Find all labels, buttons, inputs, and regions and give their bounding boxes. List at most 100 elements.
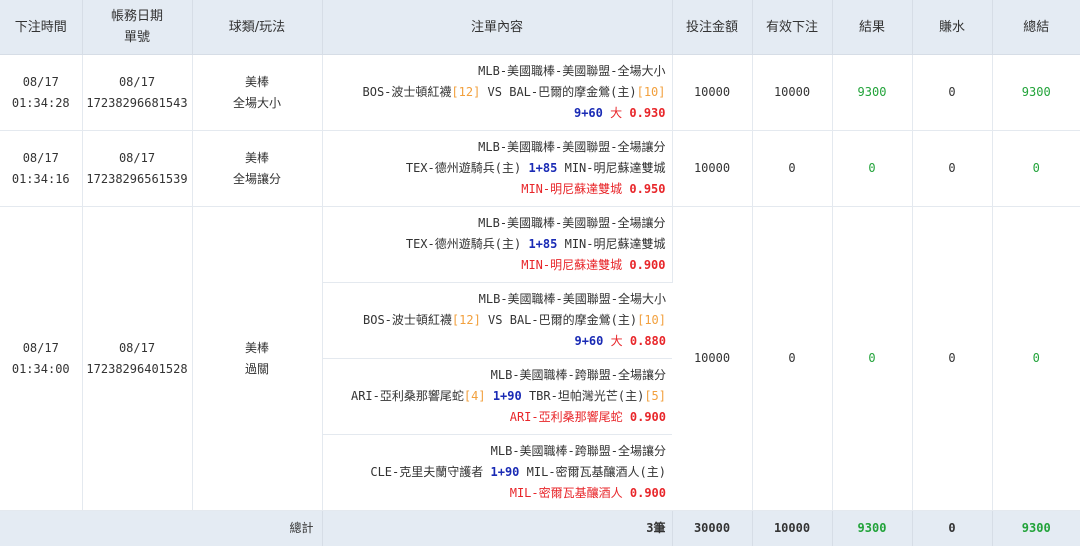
league-line: MLB-美國職棒-跨聯盟-全場讓分 (490, 368, 666, 382)
header-game-type: 球類/玩法 (192, 0, 323, 55)
away-team: BAL-巴爾的摩金鶯(主) (509, 85, 637, 99)
away-rank: [5] (644, 389, 666, 403)
handicap-value: 1+85 (528, 161, 558, 175)
home-team: CLE-克里夫蘭守護者 (370, 465, 484, 479)
bet-history-table: 下注時間 帳務日期 單號 球類/玩法 注單內容 投注金額 有效下注 結果 賺水 … (0, 0, 1080, 546)
versus-label: VS (488, 313, 503, 327)
home-team: BOS-波士頓紅襪 (362, 85, 452, 99)
bet-date: 08/17 (22, 340, 59, 355)
bet-detail-cell: MLB-美國職棒-跨聯盟-全場讓分 ARI-亞利桑那響尾蛇[4] 1+90 TBR… (322, 358, 672, 435)
versus-label: VS (487, 85, 502, 99)
account-date-cell: 08/17 17238296681543 (82, 54, 193, 131)
bet-time-cell: 08/17 01:34:28 (0, 54, 83, 131)
bet-detail-cell: MLB-美國職棒-美國聯盟-全場大小 BOS-波士頓紅襪[12] VS BAL-巴… (322, 54, 673, 131)
away-team: MIL-密爾瓦基釀酒人(主) (526, 465, 666, 479)
away-team: MIN-明尼蘇達雙城 (564, 237, 666, 251)
league-line: MLB-美國職棒-美國聯盟-全場讓分 (478, 216, 666, 230)
header-account-date-label: 帳務日期 (110, 9, 163, 24)
commission-cell: 0 (912, 206, 993, 511)
league-line: MLB-美國職棒-美國聯盟-全場讓分 (478, 140, 666, 154)
pick-selection: 大 (610, 334, 623, 348)
league-line: MLB-美國職棒-美國聯盟-全場大小 (478, 292, 666, 306)
pick-selection: ARI-亞利桑那響尾蛇 (509, 410, 623, 424)
away-rank: [10] (636, 85, 666, 99)
play-type: 過關 (244, 361, 269, 376)
teams-line: CLE-克里夫蘭守護者 1+90 MIL-密爾瓦基釀酒人(主) (323, 462, 666, 483)
away-team: MIN-明尼蘇達雙城 (564, 161, 666, 175)
header-order-no-label: 單號 (123, 30, 150, 45)
home-team: ARI-亞利桑那響尾蛇 (350, 389, 464, 403)
valid-bet-cell: 0 (752, 206, 833, 511)
teams-line: BOS-波士頓紅襪[12] VS BAL-巴爾的摩金鶯(主)[10] (323, 310, 666, 331)
home-team: TEX-德州遊騎兵(主) (405, 237, 522, 251)
table-row: 08/17 01:34:28 08/17 17238296681543 美棒 全場大小 ML… (0, 54, 1080, 131)
amount-cell: 10000 (672, 54, 753, 131)
bet-detail-cell: MLB-美國職棒-跨聯盟-全場讓分 CLE-克里夫蘭守護者 1+90 MIL-密爾… (322, 434, 672, 511)
pick-line: 9+60 大 0.880 (323, 331, 666, 352)
handicap-value: 1+90 (490, 465, 520, 479)
odds-value: 0.950 (629, 182, 666, 196)
play-type: 全場大小 (232, 95, 281, 110)
table-row: 08/17 01:34:16 08/17 17238296561539 美棒 全場讓分 ML… (0, 130, 1080, 207)
pick-line: MIL-密爾瓦基釀酒人 0.900 (323, 483, 666, 504)
header-result: 結果 (832, 0, 913, 55)
header-amount: 投注金額 (672, 0, 753, 55)
amount-cell: 10000 (672, 206, 753, 511)
bet-date: 08/17 (22, 150, 59, 165)
bet-time-cell: 08/17 01:34:00 (0, 206, 83, 511)
game-type-cell: 美棒 全場大小 (192, 54, 323, 131)
away-team: TBR-坦帕灣光芒(主) (528, 389, 645, 403)
summary-row: 總計 3筆 30000 10000 9300 0 9300 (0, 510, 1080, 546)
pick-selection: 大 (610, 106, 623, 120)
odds-value: 0.900 (629, 410, 666, 424)
total-line: 9+60 (574, 334, 604, 348)
odds-value: 0.900 (629, 486, 666, 500)
account-date: 08/17 (118, 340, 156, 355)
header-commission: 賺水 (912, 0, 993, 55)
teams-line: ARI-亞利桑那響尾蛇[4] 1+90 TBR-坦帕灣光芒(主)[5] (323, 386, 666, 407)
bet-detail-cell: MLB-美國職棒-美國聯盟-全場讓分 TEX-德州遊騎兵(主) 1+85 MIN-… (322, 206, 673, 283)
handicap-value: 1+85 (528, 237, 558, 251)
bet-time: 01:34:28 (11, 95, 70, 110)
summary-valid: 10000 (752, 510, 833, 546)
bet-detail-cell: MLB-美國職棒-美國聯盟-全場讓分 TEX-德州遊騎兵(主) 1+85 MIN-… (322, 130, 673, 207)
bet-date: 08/17 (22, 74, 59, 89)
away-rank: [10] (637, 313, 666, 327)
teams-line: BOS-波士頓紅襪[12] VS BAL-巴爾的摩金鶯(主)[10] (323, 82, 666, 103)
commission-cell: 0 (912, 54, 993, 131)
sport-name: 美棒 (244, 150, 269, 165)
header-total: 總結 (992, 0, 1080, 55)
account-date: 08/17 (118, 150, 156, 165)
game-type-cell: 美棒 過關 (192, 206, 323, 511)
play-type: 全場讓分 (232, 171, 281, 186)
header-valid-bet: 有效下注 (752, 0, 833, 55)
odds-value: 0.900 (629, 258, 666, 272)
valid-bet-cell: 0 (752, 130, 833, 207)
pick-line: ARI-亞利桑那響尾蛇 0.900 (323, 407, 666, 428)
pick-line: 9+60 大 0.930 (323, 103, 666, 124)
pick-selection: MIN-明尼蘇達雙城 (521, 182, 623, 196)
summary-label: 總計 (0, 510, 323, 546)
teams-line: TEX-德州遊騎兵(主) 1+85 MIN-明尼蘇達雙城 (323, 234, 666, 255)
home-rank: [12] (451, 313, 481, 327)
order-number: 17238296681543 (86, 95, 188, 110)
commission-cell: 0 (912, 130, 993, 207)
header-account-date: 帳務日期 單號 (82, 0, 193, 55)
teams-line: TEX-德州遊騎兵(主) 1+85 MIN-明尼蘇達雙城 (323, 158, 666, 179)
home-team: TEX-德州遊騎兵(主) (405, 161, 522, 175)
total-cell: 0 (992, 130, 1080, 207)
sport-name: 美棒 (244, 340, 269, 355)
bet-time-cell: 08/17 01:34:16 (0, 130, 83, 207)
order-number: 17238296401528 (86, 361, 188, 376)
summary-amount: 30000 (672, 510, 753, 546)
pick-line: MIN-明尼蘇達雙城 0.950 (323, 179, 666, 200)
pick-selection: MIL-密爾瓦基釀酒人 (509, 486, 623, 500)
league-line: MLB-美國職棒-跨聯盟-全場讓分 (490, 444, 666, 458)
total-line: 9+60 (573, 106, 603, 120)
home-rank: [4] (463, 389, 486, 403)
valid-bet-cell: 10000 (752, 54, 833, 131)
sport-name: 美棒 (244, 74, 269, 89)
table-row: 08/17 01:34:00 08/17 17238296401528 美棒 過關 MLB-… (0, 206, 1080, 511)
result-cell: 9300 (832, 54, 913, 131)
handicap-value: 1+90 (492, 389, 522, 403)
